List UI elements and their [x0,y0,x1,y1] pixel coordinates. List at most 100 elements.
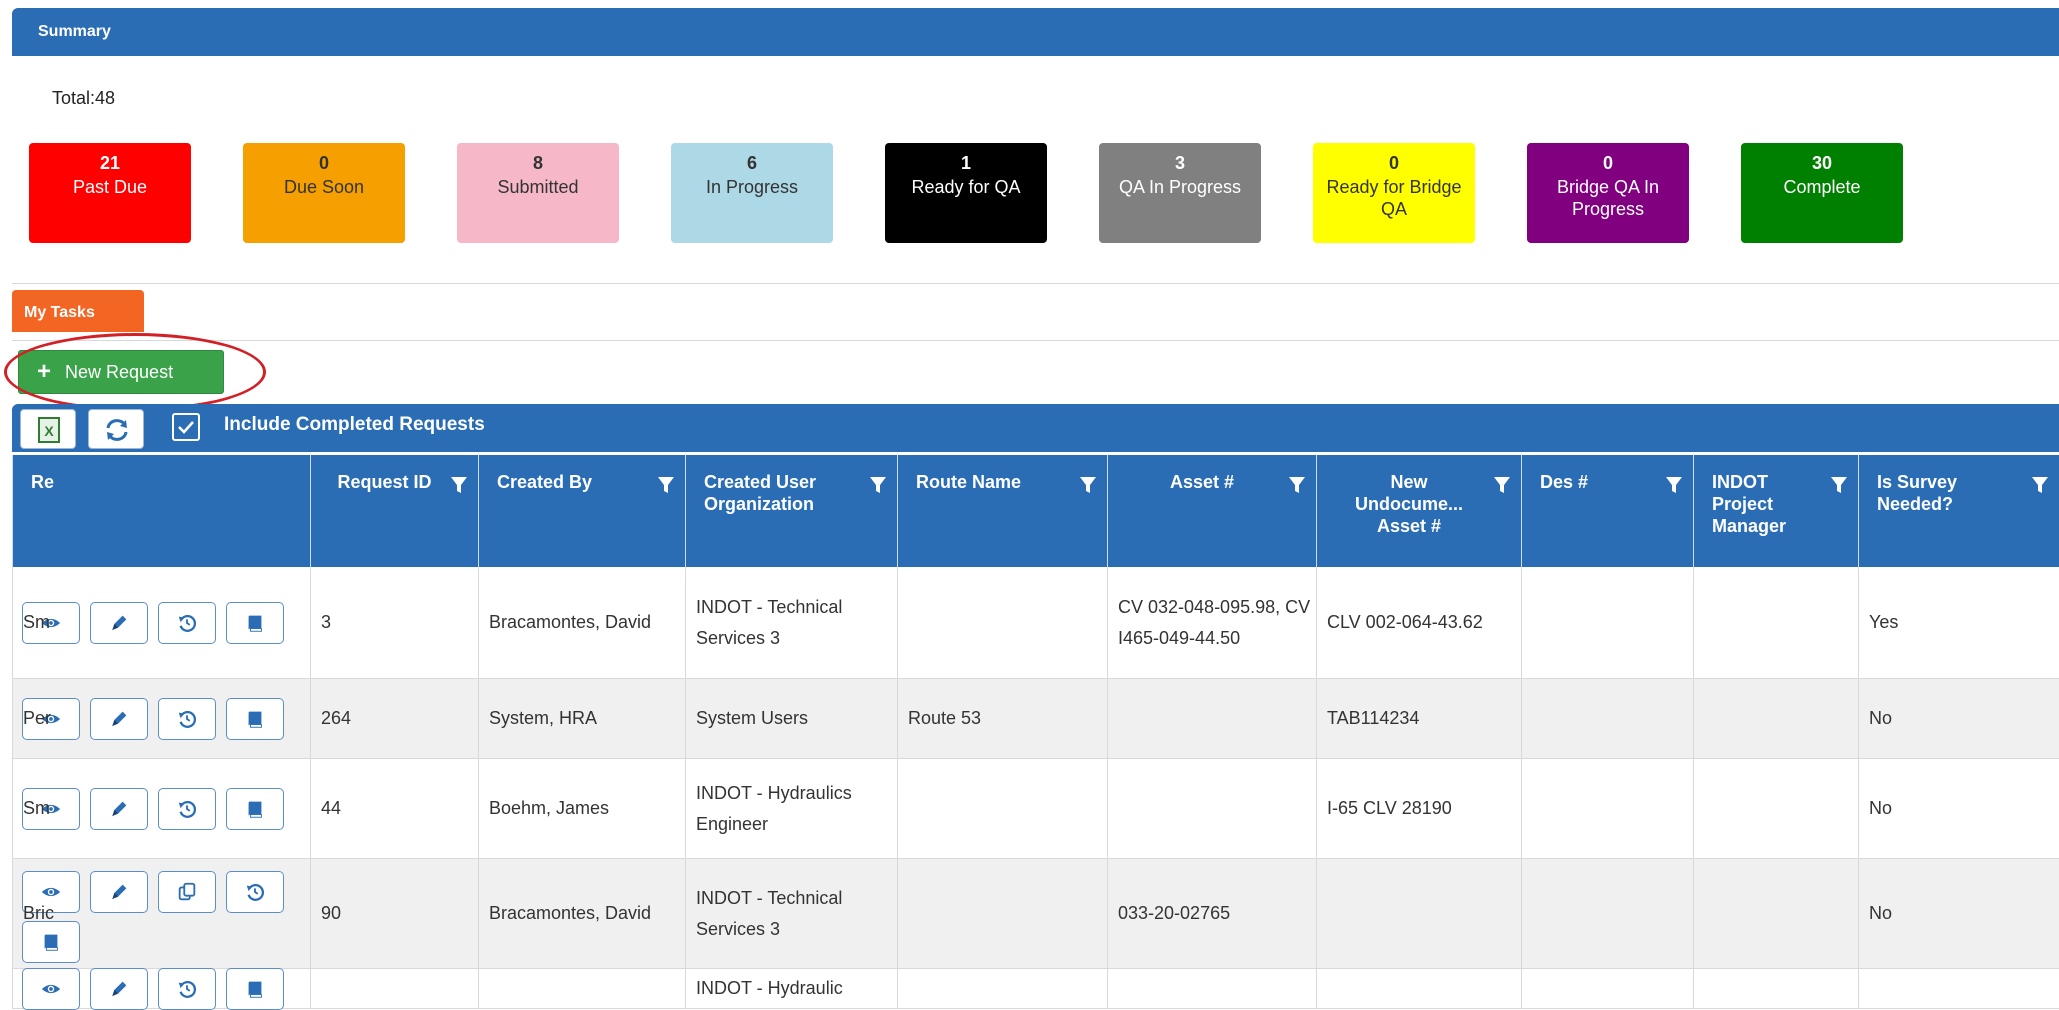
table-cell-organization: INDOT - Technical Services 3 [685,567,897,678]
column-header-label: New Undocume... Asset # [1354,472,1463,536]
status-label: QA In Progress [1118,177,1242,197]
edit-button[interactable] [90,871,148,913]
check-icon [178,421,194,434]
copy-icon [178,882,196,901]
status-count: 30 [1811,153,1833,173]
details-button[interactable] [226,698,284,740]
filter-icon[interactable] [869,475,887,495]
history-button[interactable] [226,871,284,913]
column-header[interactable]: Route Name [897,455,1107,567]
filter-icon[interactable] [1288,475,1306,495]
history-icon [178,801,196,818]
status-card[interactable]: 0 Ready for Bridge QA [1313,143,1475,243]
summary-header: Summary [12,8,2059,56]
tab-my-tasks[interactable]: My Tasks [12,290,144,332]
table-cell-asset: CV 032-048-095.98, CV I465-049-44.50 [1107,567,1316,678]
edit-button[interactable] [90,698,148,740]
table-cell-organization: INDOT - Hydraulics Engineer [685,759,897,858]
table-cell-created-by: Bracamontes, David [478,567,685,678]
table-cell-re: Sm [12,567,50,678]
new-request-button[interactable]: + New Request [18,350,224,394]
status-label: Ready for QA [911,177,1021,197]
column-header[interactable]: Is Survey Needed? [1858,455,2059,567]
table-row[interactable]: 264 System, HRA System Users Route 53 TAB114… [12,679,2059,759]
status-card[interactable]: 3 QA In Progress [1099,143,1261,243]
table-cell-organization: INDOT - Technical Services 3 [685,859,897,968]
divider [12,283,2059,284]
column-header-label: INDOT Project Manager [1712,472,1787,536]
table-row[interactable]: 90 Bracamontes, David INDOT - Technical Se… [12,859,2059,969]
table-cell-created-by [478,969,685,1008]
table-row[interactable]: 3 Bracamontes, David INDOT - Technical Ser… [12,567,2059,679]
table-row[interactable]: 44 Boehm, James INDOT - Hydraulics Enginee… [12,759,2059,859]
plus-icon: + [37,358,52,385]
status-card[interactable]: 30 Complete [1741,143,1903,243]
history-button[interactable] [158,698,216,740]
column-header[interactable]: Created By [478,455,685,567]
table-cell-created-by: Bracamontes, David [478,859,685,968]
history-button[interactable] [158,788,216,830]
table-cell-survey: No [1858,679,2059,758]
filter-icon[interactable] [450,475,468,495]
status-card[interactable]: 6 In Progress [671,143,833,243]
edit-button[interactable] [90,968,148,1010]
table-row[interactable]: INDOT - Hydraulic [12,968,2059,1010]
details-button[interactable] [226,788,284,830]
history-button[interactable] [158,602,216,644]
table-cell-re: Bric [12,859,54,968]
table-cell-pm [1693,679,1858,758]
history-button[interactable] [158,968,216,1010]
refresh-button[interactable] [88,409,144,449]
filter-icon[interactable] [657,475,675,495]
table-cell-des [1521,759,1693,858]
view-button[interactable] [22,968,80,1010]
table-cell-asset [1107,759,1316,858]
filter-icon[interactable] [1079,475,1097,495]
table-cell-asset [1107,679,1316,758]
column-header-label: Created By [497,472,593,492]
details-button[interactable] [226,602,284,644]
status-card[interactable]: 21 Past Due [29,143,191,243]
history-icon [178,981,196,998]
status-card[interactable]: 1 Ready for QA [885,143,1047,243]
filter-icon[interactable] [1665,475,1683,495]
copy-button[interactable] [158,871,216,913]
column-header[interactable]: Re [12,455,54,567]
pencil-icon [111,981,127,997]
row-actions [12,567,310,678]
column-header[interactable]: New Undocume... Asset # [1316,455,1521,567]
status-count: 1 [960,153,971,173]
table-cell-route-name [897,859,1107,968]
status-card[interactable]: 8 Submitted [457,143,619,243]
filter-icon[interactable] [1830,475,1848,495]
filter-icon[interactable] [1493,475,1511,495]
details-button[interactable] [226,968,284,1010]
status-count: 3 [1174,153,1185,173]
column-header-label: Request ID [337,472,432,492]
column-header[interactable]: INDOT Project Manager [1693,455,1858,567]
filter-icon[interactable] [2031,475,2049,495]
grid-header: Request ID Created By Created User Organiz… [12,455,2059,567]
table-cell-new-asset [1316,969,1521,1008]
column-header[interactable]: Created User Organization [685,455,897,567]
refresh-icon [106,419,128,441]
column-header[interactable]: Request ID [310,455,478,567]
history-icon [178,615,196,632]
status-count: 6 [746,153,757,173]
edit-button[interactable] [90,788,148,830]
pencil-icon [111,615,127,631]
history-icon [246,884,264,901]
include-completed-checkbox[interactable] [172,413,200,441]
table-cell-route-name [897,759,1107,858]
excel-icon: X [38,417,60,443]
column-header[interactable]: Des # [1521,455,1693,567]
status-card[interactable]: 0 Bridge QA In Progress [1527,143,1689,243]
table-cell-new-asset: I-65 CLV 28190 [1316,759,1521,858]
export-excel-button[interactable]: X [20,409,76,449]
status-label: Due Soon [283,177,365,197]
column-header-label: Asset # [1169,472,1235,492]
column-header[interactable]: Asset # [1107,455,1316,567]
status-label: Ready for Bridge QA [1326,177,1462,219]
edit-button[interactable] [90,602,148,644]
status-card[interactable]: 0 Due Soon [243,143,405,243]
